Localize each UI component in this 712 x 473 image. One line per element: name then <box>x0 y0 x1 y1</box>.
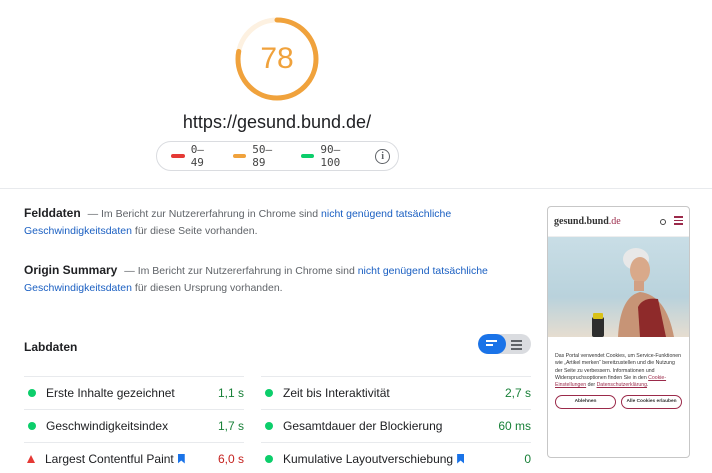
pass-icon <box>265 388 273 397</box>
info-icon[interactable]: i <box>375 148 390 164</box>
felddaten-section: Felddaten — Im Bericht zur Nutzererfahru… <box>24 205 524 240</box>
metric-total-blocking-time: Gesamtdauer der Blockierung 60 ms <box>261 409 531 441</box>
metric-largest-contentful-paint: Largest Contentful Paint 6,0 s <box>24 442 244 473</box>
legend-item-good: 90–100 <box>300 143 360 169</box>
reject-cookies-button: Ablehnen <box>555 395 616 410</box>
legend-label-average: 50–89 <box>252 143 273 169</box>
cookie-text-end: . <box>647 382 649 389</box>
cookie-text-mid: der <box>587 382 596 389</box>
metric-name: Zeit bis Interaktivität <box>283 385 390 400</box>
legend-bar-orange <box>232 154 247 158</box>
metric-value: 1,1 s <box>217 385 244 400</box>
metric-name: Kumulative Layoutverschiebung <box>283 451 454 466</box>
performance-score-gauge: 78 <box>232 14 322 104</box>
thumb-site-header: gesund.bund.de <box>548 207 689 237</box>
woman-photo-illustration <box>592 248 674 337</box>
felddaten-title: Felddaten <box>24 206 81 220</box>
privacy-policy-link: Datenschutzerklärung <box>596 382 648 389</box>
pass-icon <box>265 421 273 430</box>
metric-view-toggle[interactable] <box>478 334 531 354</box>
metric-name: Largest Contentful Paint <box>45 451 174 466</box>
metric-value: 1,7 s <box>217 418 244 433</box>
cookie-banner: Das Portal verwendet Cookies, um Service… <box>548 337 689 410</box>
pass-icon <box>28 421 36 430</box>
bookmark-icon <box>457 453 465 464</box>
legend-bar-red <box>171 154 185 158</box>
origin-summary-text: — Im Bericht zur Nutzererfahrung in Chro… <box>124 265 355 277</box>
legend-bar-green <box>300 154 315 158</box>
divider <box>0 188 712 189</box>
pass-icon <box>265 454 273 463</box>
metric-name: Geschwindigkeitsindex <box>46 418 169 433</box>
metric-time-to-interactive: Zeit bis Interaktivität 2,7 s <box>261 376 531 408</box>
legend-label-poor: 0–49 <box>190 143 204 169</box>
felddaten-text-after: für diese Seite vorhanden. <box>134 225 258 237</box>
metric-value: 6,0 s <box>217 451 244 466</box>
origin-summary-section: Origin Summary — Im Bericht zur Nutzerer… <box>24 262 524 297</box>
site-logo-suffix: .de <box>608 216 621 227</box>
metric-name: Gesamtdauer der Blockierung <box>283 418 443 433</box>
expanded-view-icon[interactable] <box>511 340 522 352</box>
site-logo-main: gesund.bund <box>554 216 609 227</box>
origin-summary-title: Origin Summary <box>24 263 118 277</box>
metric-name: Erste Inhalte gezeichnet <box>46 385 175 400</box>
score-legend: 0–49 50–89 90–100 i <box>156 141 399 171</box>
pass-icon <box>28 388 36 397</box>
hero-photo <box>548 237 689 337</box>
origin-summary-text-after: für diesen Ursprung vorhanden. <box>134 282 283 294</box>
legend-item-poor: 0–49 <box>171 143 217 169</box>
search-icon <box>660 218 666 225</box>
final-screenshot-thumbnail[interactable]: gesund.bund.de Das Portal verwendet Cook… <box>547 206 690 458</box>
page-url: https://gesund.bund.de/ <box>182 112 372 132</box>
metric-value: 60 ms <box>498 418 531 433</box>
felddaten-text: — Im Bericht zur Nutzererfahrung in Chro… <box>87 208 319 220</box>
score-value: 78 <box>260 42 294 75</box>
accept-all-cookies-button: Alle Cookies erlauben <box>621 395 682 410</box>
thumb-header-icons <box>660 216 683 227</box>
labdaten-title: Labdaten <box>24 340 78 354</box>
metric-value: 0 <box>524 451 531 466</box>
fail-icon <box>27 454 35 463</box>
metric-name-wrap: Kumulative Layoutverschiebung <box>283 452 524 466</box>
metric-name-wrap: Largest Contentful Paint <box>45 452 218 466</box>
metric-cumulative-layout-shift: Kumulative Layoutverschiebung 0 <box>261 442 531 473</box>
site-logo: gesund.bund.de <box>554 216 621 227</box>
cookie-buttons: Ablehnen Alle Cookies erlauben <box>555 395 682 410</box>
legend-item-average: 50–89 <box>232 143 285 169</box>
legend-label-good: 90–100 <box>320 143 341 169</box>
metric-first-contentful-paint: Erste Inhalte gezeichnet 1,1 s <box>24 376 244 408</box>
bookmark-icon <box>177 453 185 464</box>
compact-view-icon <box>486 340 497 348</box>
metric-value: 2,7 s <box>504 385 531 400</box>
metric-speed-index: Geschwindigkeitsindex 1,7 s <box>24 409 244 441</box>
menu-icon <box>674 216 683 227</box>
